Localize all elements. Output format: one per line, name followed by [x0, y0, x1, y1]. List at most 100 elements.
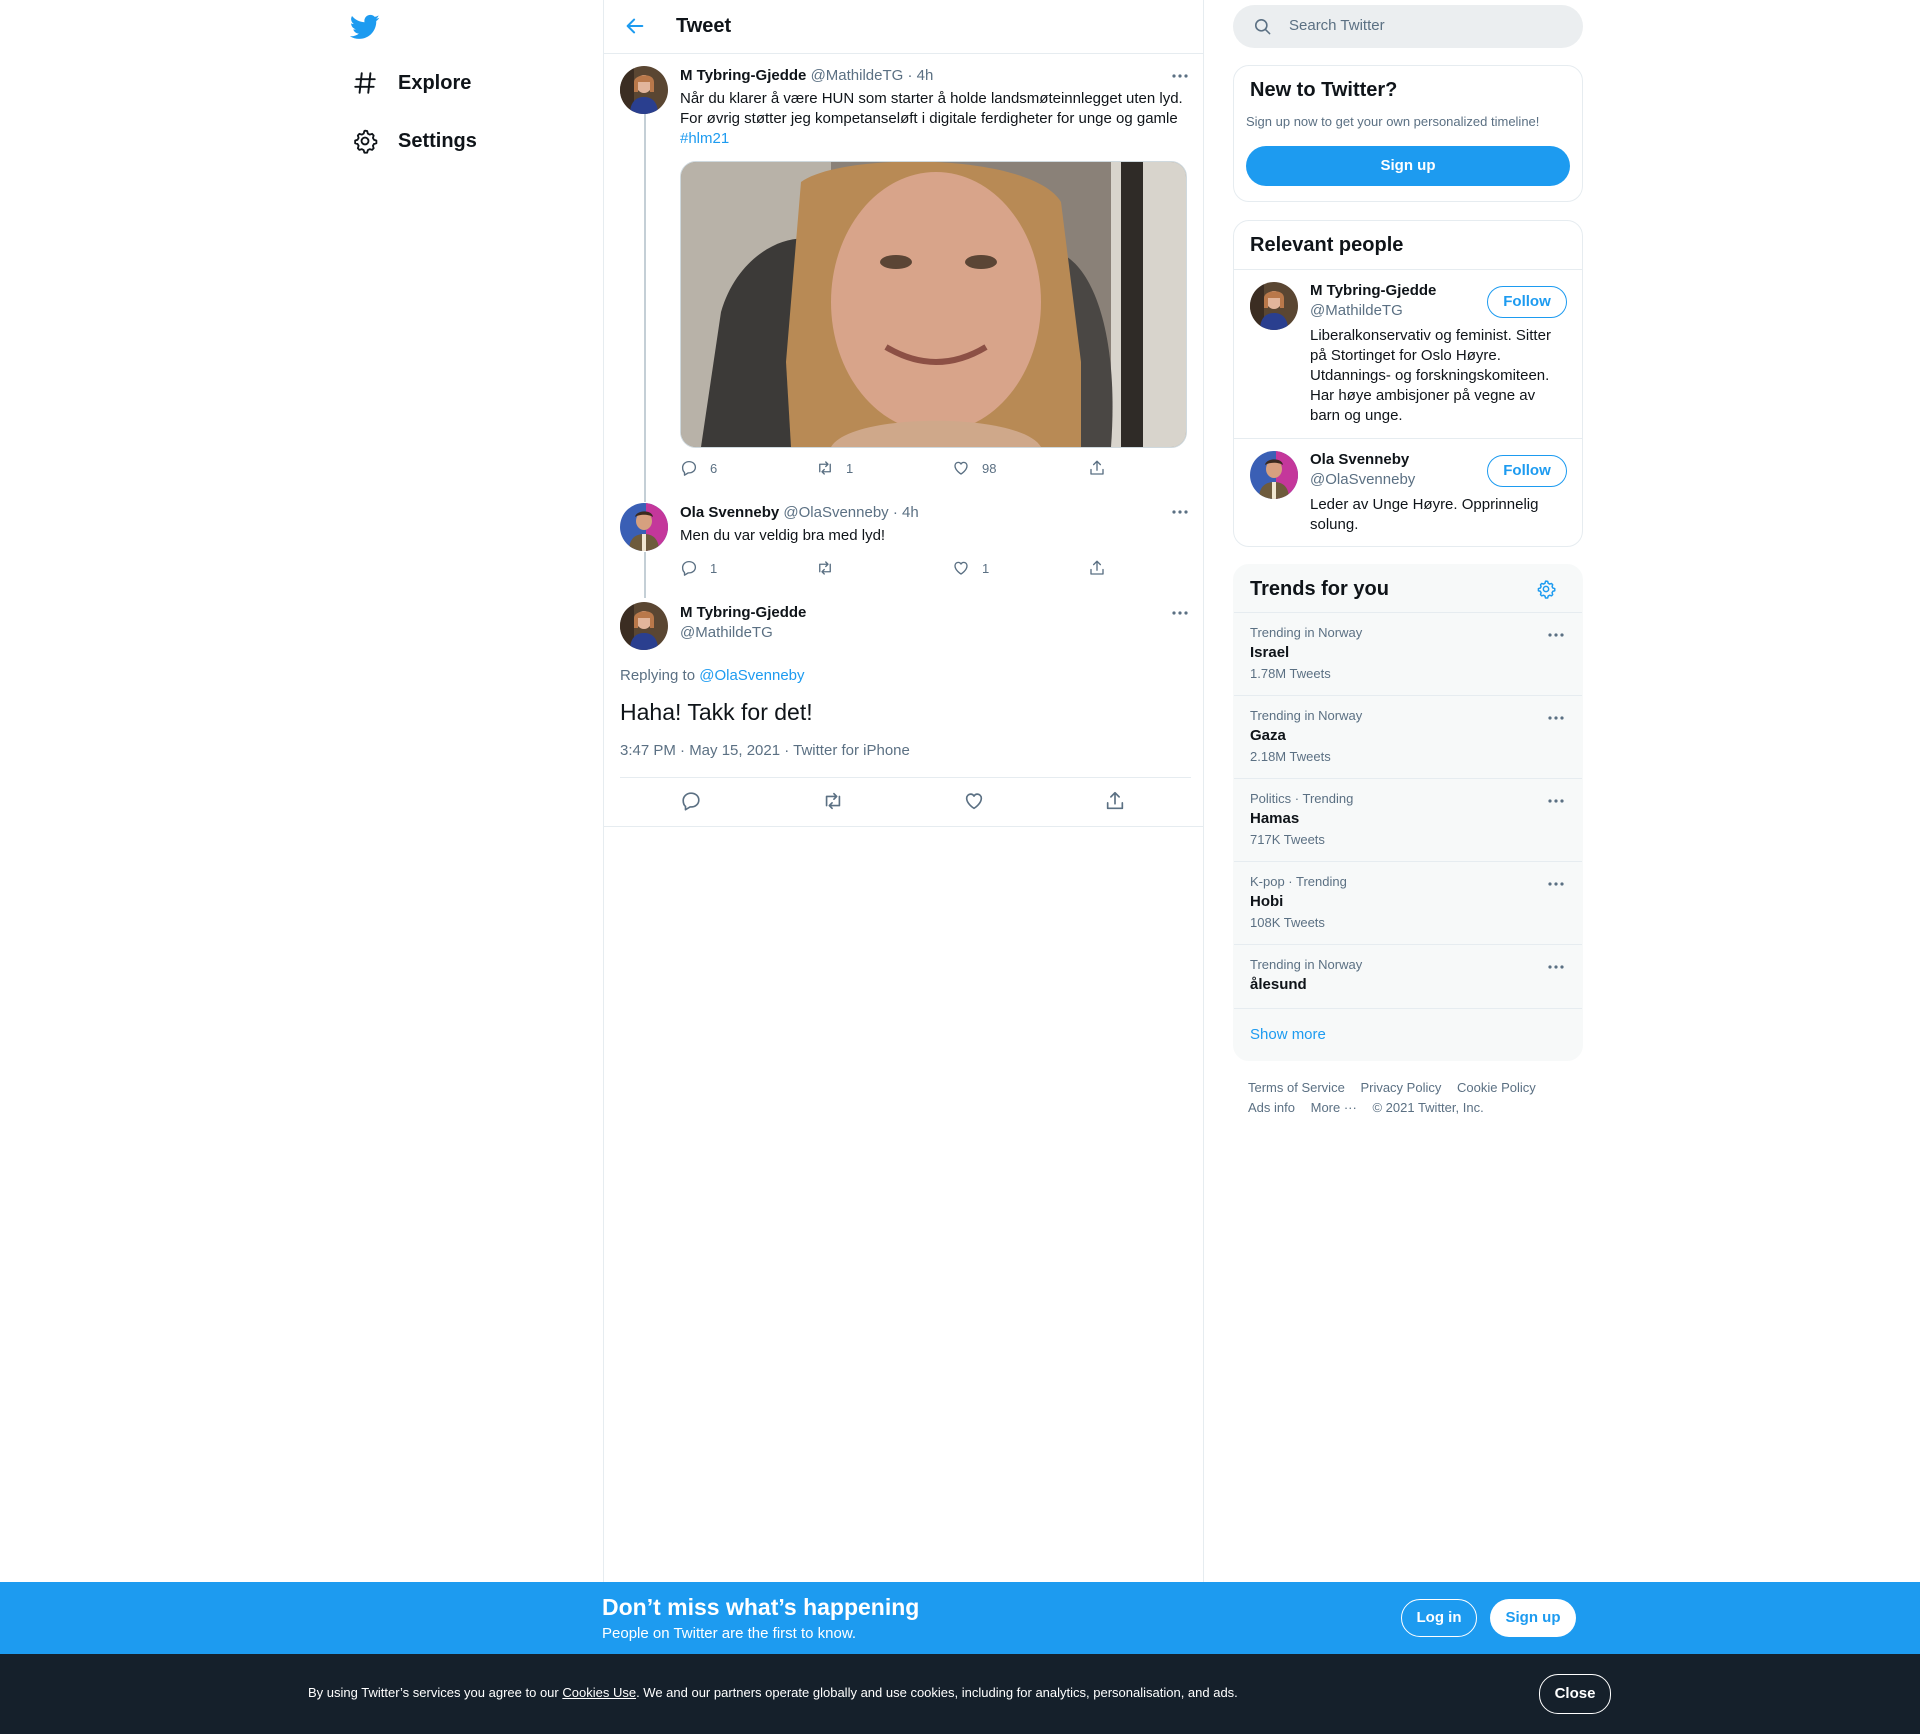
share-icon	[1090, 460, 1104, 475]
person-card[interactable]: M Tybring-Gjedde @MathildeTG Follow Libe…	[1234, 269, 1582, 438]
more-options-icon[interactable]	[1170, 502, 1190, 522]
author-handle[interactable]: @MathildeTG	[680, 624, 773, 641]
share-button[interactable]	[1104, 790, 1126, 812]
gear-icon	[352, 128, 378, 154]
reply-button[interactable]: 1	[680, 559, 717, 577]
share-button[interactable]	[1088, 559, 1118, 577]
reply-icon	[681, 460, 697, 476]
divider	[604, 826, 1203, 827]
relevant-people-panel: Relevant people M Tybring-Gjedde @Mathil…	[1233, 220, 1583, 547]
search-input[interactable]: Search Twitter	[1233, 5, 1583, 48]
avatar[interactable]	[620, 66, 668, 114]
more-options-icon[interactable]	[1546, 791, 1566, 811]
main-author-name[interactable]: M Tybring-Gjedde	[680, 604, 806, 621]
tweet-text-line: For øvrig støtter jeg kompetanseløft i d…	[680, 110, 1178, 127]
replying-to-link[interactable]: @OlaSvenneby	[699, 667, 804, 684]
reply-count: 6	[710, 460, 718, 476]
more-options-icon[interactable]	[1170, 66, 1190, 86]
cookie-text-after: . We and our partners operate globally a…	[636, 1685, 1238, 1700]
twitter-logo-icon[interactable]	[350, 12, 380, 42]
author-handle[interactable]: @OlaSvenneby	[783, 504, 888, 521]
like-button[interactable]	[963, 790, 985, 812]
footer-link[interactable]: Ads info	[1248, 1100, 1295, 1115]
retweet-button[interactable]	[822, 790, 844, 812]
reply-button[interactable]	[680, 790, 702, 812]
new-to-twitter-panel: New to Twitter? Sign up now to get your …	[1233, 65, 1583, 202]
trend-item[interactable]: Trending in Norway Gaza 2.18M Tweets	[1234, 695, 1582, 778]
nav-settings-label: Settings	[398, 129, 477, 152]
cookie-text: By using Twitter’s services you agree to…	[308, 1685, 1238, 1700]
more-options-icon[interactable]	[1546, 957, 1566, 977]
cookie-text-before: By using Twitter’s services you agree to…	[308, 1685, 563, 1700]
author-name[interactable]: M Tybring-Gjedde	[680, 67, 806, 84]
like-button[interactable]: 98	[952, 459, 996, 477]
page-header: Tweet	[604, 0, 1203, 54]
show-more-link[interactable]: Show more	[1234, 1008, 1582, 1061]
reply-button[interactable]: 6	[680, 459, 717, 477]
sign-up-button[interactable]: Sign up	[1490, 1599, 1576, 1637]
like-button[interactable]: 1	[952, 559, 989, 577]
follow-button[interactable]: Follow	[1487, 455, 1567, 487]
retweet-button[interactable]: 1	[816, 459, 853, 477]
person-card[interactable]: Ola Svenneby @OlaSvenneby Follow Leder a…	[1234, 438, 1582, 547]
share-button[interactable]	[1088, 459, 1118, 477]
person-handle[interactable]: @OlaSvenneby	[1310, 471, 1415, 488]
person-handle[interactable]: @MathildeTG	[1310, 302, 1403, 319]
trends-panel: Trends for you Trending in Norway Israel…	[1233, 564, 1583, 1061]
person-name[interactable]: M Tybring-Gjedde	[1310, 282, 1436, 299]
replying-prefix: Replying to	[620, 667, 696, 684]
back-arrow-icon[interactable]	[624, 15, 646, 37]
heart-icon	[954, 561, 968, 575]
person-name[interactable]: Ola Svenneby	[1310, 451, 1409, 468]
hashtag-link[interactable]: #hlm21	[680, 129, 1190, 149]
close-button[interactable]: Close	[1539, 1674, 1611, 1714]
sign-up-button[interactable]: Sign up	[1246, 146, 1570, 186]
nav-explore[interactable]: Explore	[352, 57, 471, 109]
hashtag-icon	[352, 70, 378, 96]
person-bio: Leder av Unge Høyre. Opprinnelig solung.	[1310, 496, 1539, 533]
avatar[interactable]	[1250, 451, 1298, 499]
author-name[interactable]: M Tybring-Gjedde	[680, 604, 806, 621]
tweet-video-thumbnail[interactable]	[680, 161, 1187, 448]
author-handle[interactable]: @MathildeTG	[811, 67, 904, 84]
reply-icon	[681, 560, 697, 576]
more-options-icon[interactable]	[1170, 603, 1190, 623]
cookies-use-link[interactable]: Cookies Use	[562, 1685, 636, 1700]
author-name[interactable]: Ola Svenneby	[680, 504, 779, 521]
footer-link[interactable]: Cookie Policy	[1457, 1080, 1536, 1095]
avatar[interactable]	[620, 602, 668, 650]
gear-icon[interactable]	[1536, 579, 1556, 599]
search-placeholder: Search Twitter	[1289, 17, 1385, 34]
tweet-timestamp[interactable]: 3:47 PM · May 15, 2021 · Twitter for iPh…	[620, 741, 910, 761]
trend-item[interactable]: Politics · Trending Hamas 717K Tweets	[1234, 778, 1582, 861]
footer-link[interactable]: More ···	[1311, 1100, 1357, 1115]
tweet-time[interactable]: · 4h	[893, 504, 919, 521]
more-options-icon[interactable]	[1546, 625, 1566, 645]
trend-name: Hamas	[1250, 810, 1300, 827]
footer-link[interactable]: Terms of Service	[1248, 1080, 1345, 1095]
more-options-icon[interactable]	[1546, 874, 1566, 894]
heart-icon	[965, 793, 983, 810]
replying-to: Replying to @OlaSvenneby	[620, 666, 805, 686]
trend-name: Gaza	[1250, 727, 1286, 744]
tweet-text: Men du var veldig bra med lyd!	[680, 527, 886, 544]
log-in-button[interactable]: Log in	[1401, 1599, 1477, 1637]
trend-count: 2.18M Tweets	[1250, 749, 1331, 764]
retweet-button[interactable]	[816, 559, 846, 577]
trend-name: Israel	[1250, 644, 1290, 661]
prompt-subtitle: People on Twitter are the first to know.	[602, 1625, 857, 1642]
trend-item[interactable]: Trending in Norway ålesund	[1234, 944, 1582, 1009]
thread-connector	[644, 114, 646, 502]
trend-item[interactable]: Trending in Norway Israel 1.78M Tweets	[1234, 612, 1582, 695]
footer-link[interactable]: Privacy Policy	[1360, 1080, 1441, 1095]
nav-settings[interactable]: Settings	[352, 115, 477, 167]
trend-context: K-pop · Trending	[1250, 874, 1347, 889]
tweet-author-line: Ola Svenneby @OlaSvenneby · 4h	[680, 504, 919, 521]
follow-button[interactable]: Follow	[1487, 286, 1567, 318]
trend-item[interactable]: K-pop · Trending Hobi 108K Tweets	[1234, 861, 1582, 944]
tweet-time[interactable]: · 4h	[908, 67, 934, 84]
avatar[interactable]	[620, 503, 668, 551]
more-options-icon[interactable]	[1546, 708, 1566, 728]
main-author-handle[interactable]: @MathildeTG	[680, 624, 773, 641]
avatar[interactable]	[1250, 282, 1298, 330]
